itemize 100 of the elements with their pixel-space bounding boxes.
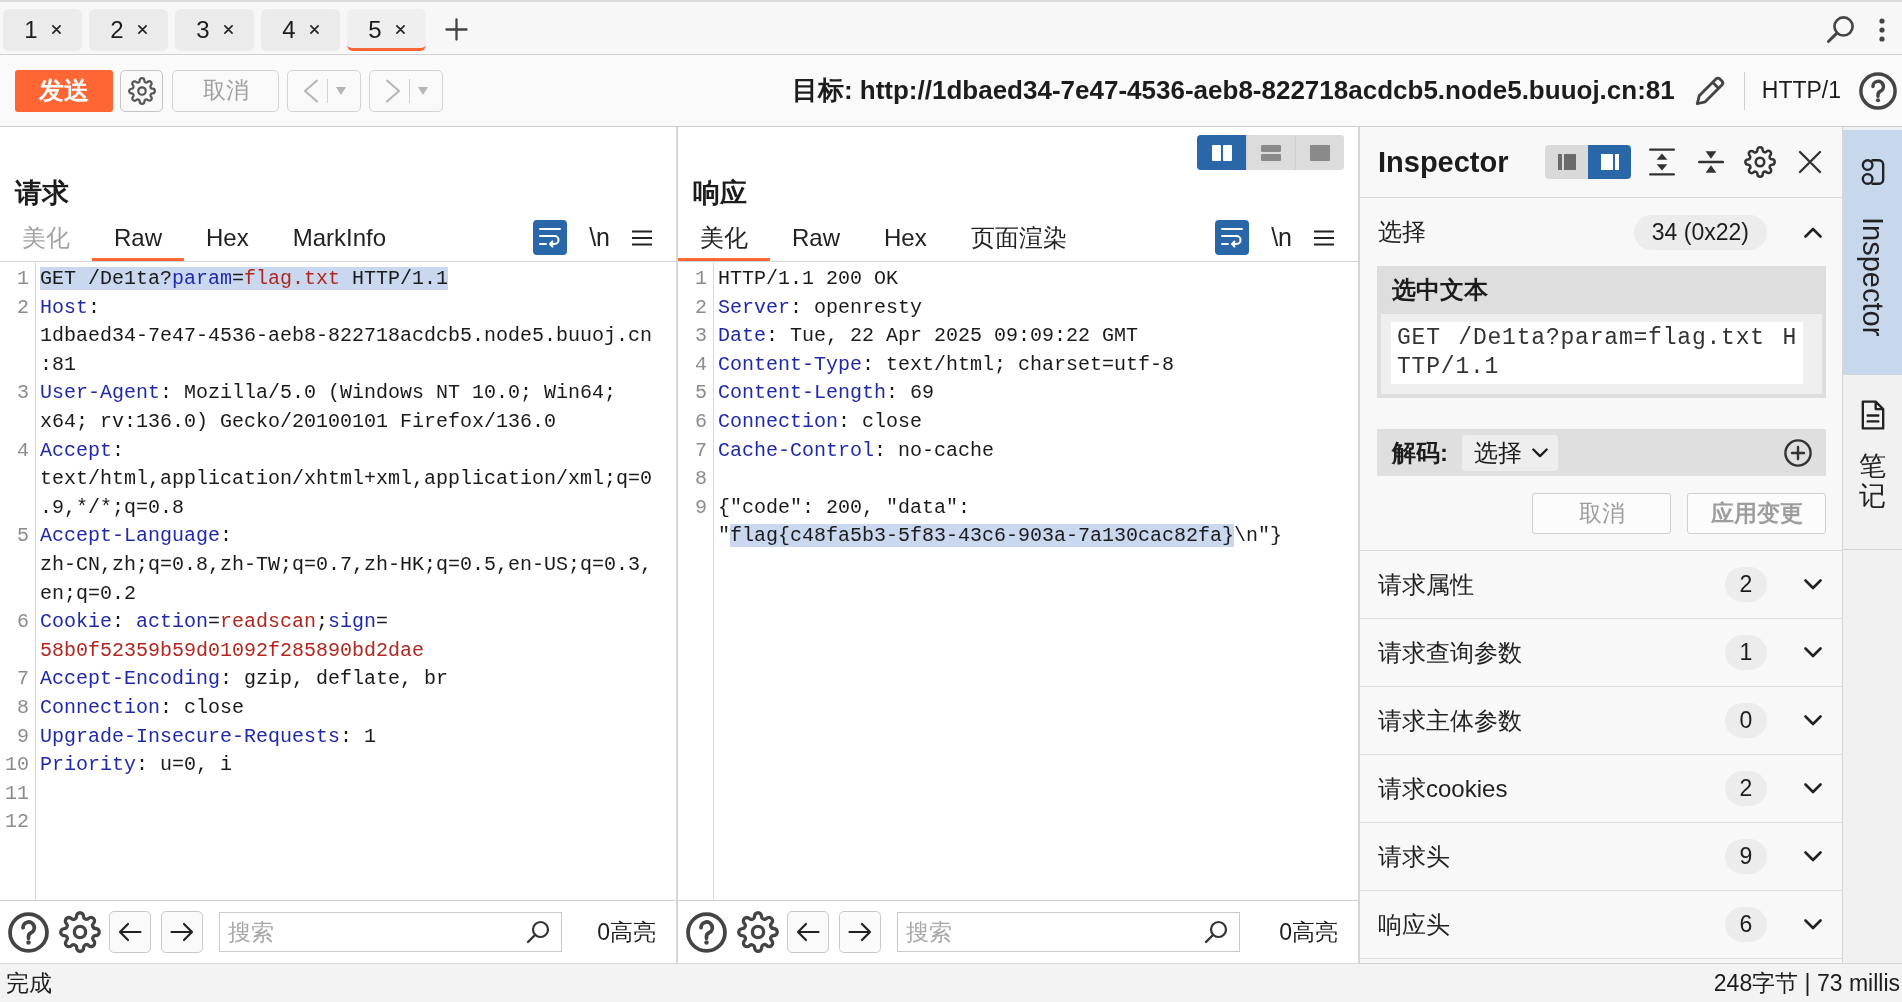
close-icon[interactable] [309, 25, 319, 34]
tab[interactable]: 2 [89, 8, 168, 51]
side-tab[interactable]: 笔记 [1843, 375, 1902, 550]
settings-icon[interactable] [1744, 146, 1776, 178]
text-wrap-icon [539, 227, 562, 248]
decode-dropdown[interactable]: 选择 [1462, 434, 1558, 471]
text-wrap-icon [1221, 227, 1244, 248]
code-line: Accept-Language: zh-CN,zh;q=0.8,zh-TW;q=0.7,zh-HK;q=0.5,en-US;q=0.3,en;q=0.2 [40, 523, 653, 607]
settings-icon[interactable] [737, 911, 779, 953]
code-line: HTTP/1.1 200 OK [718, 266, 899, 292]
help-icon[interactable] [686, 911, 727, 953]
view-tab[interactable]: Hex [184, 214, 271, 261]
view-tab[interactable]: Raw [770, 214, 862, 261]
side-tab[interactable]: Inspector [1843, 130, 1902, 376]
plus-circle-icon[interactable] [1784, 438, 1812, 467]
layout-option[interactable] [1295, 135, 1344, 170]
count-badge: 2 [1725, 771, 1767, 806]
line-number: 7 [694, 437, 708, 464]
line-number: 6 [16, 609, 30, 636]
section-label[interactable]: 响应头 [1378, 908, 1450, 941]
chevron-down-icon [1532, 447, 1548, 458]
chevron-down-icon[interactable] [1804, 715, 1822, 726]
previous-button[interactable] [109, 911, 151, 953]
code-line: Priority: u=0, i [40, 752, 233, 779]
code-line: Accept-Encoding: gzip, deflate, br [40, 666, 449, 693]
close-icon[interactable] [395, 25, 405, 34]
settings-icon[interactable] [59, 911, 101, 953]
chevron-down-icon[interactable] [1804, 851, 1822, 862]
code-line: Upgrade-Insecure-Requests: 1 [40, 723, 377, 750]
section-label[interactable]: 请求cookies [1378, 772, 1508, 805]
layout-option[interactable] [1197, 135, 1246, 170]
tab[interactable]: 1 [3, 8, 82, 51]
view-tab[interactable]: Hex [862, 214, 949, 261]
tab[interactable]: 4 [261, 8, 340, 51]
expand-all-icon[interactable] [1649, 148, 1675, 176]
close-icon[interactable] [223, 25, 233, 34]
line-number: 5 [16, 523, 30, 550]
chevron-down-icon[interactable] [1804, 579, 1822, 590]
search-icon[interactable] [1826, 15, 1855, 44]
line-number: 9 [694, 494, 708, 521]
arrow-right-icon [170, 922, 194, 942]
close-icon[interactable] [1798, 150, 1822, 174]
section-label[interactable]: 请求查询参数 [1378, 636, 1522, 669]
search-field[interactable]: 搜索 [897, 912, 1240, 952]
chevron-down-icon[interactable] [1804, 919, 1822, 930]
section-label[interactable]: 选择 [1378, 216, 1426, 248]
code-line: Accept: text/html,application/xhtml+xml,application/xml;q=0.9,*/*;q=0.8 [40, 437, 653, 521]
section-label[interactable]: 请求属性 [1378, 568, 1474, 601]
chevron-down-icon[interactable] [1804, 647, 1822, 658]
search-field[interactable]: 搜索 [219, 912, 562, 952]
line-number: 12 [4, 809, 30, 836]
view-tab[interactable]: MarkInfo [270, 214, 409, 261]
wrap-toggle[interactable] [533, 220, 568, 255]
selected-text-title: 选中文本 [1392, 275, 1488, 305]
rows-icon [1261, 144, 1281, 161]
line-number: 11 [4, 780, 30, 807]
menu-icon[interactable] [1314, 229, 1334, 246]
line-number: 4 [694, 351, 708, 378]
chevron-down-icon[interactable] [1804, 783, 1822, 794]
newline-toggle[interactable]: \n [589, 223, 610, 252]
collapse-all-icon[interactable] [1698, 148, 1724, 176]
document-icon [1860, 400, 1885, 431]
section-label[interactable]: 请求主体参数 [1378, 704, 1522, 737]
line-number: 3 [694, 323, 708, 350]
count-badge: 6 [1725, 907, 1767, 942]
menu-icon[interactable] [632, 229, 652, 246]
panel-icon [1310, 144, 1330, 161]
section-label[interactable]: 请求头 [1378, 840, 1450, 873]
previous-button[interactable] [787, 911, 829, 953]
tab[interactable]: 5 [347, 8, 426, 51]
more-options-icon[interactable] [1879, 17, 1885, 42]
view-tab[interactable]: 页面渲染 [948, 214, 1089, 261]
status-message: 完成 [6, 968, 52, 998]
next-button[interactable] [839, 911, 881, 953]
help-icon[interactable] [1859, 71, 1897, 110]
line-number: 1 [694, 266, 708, 292]
wrap-toggle[interactable] [1215, 220, 1250, 255]
count-badge: 34 (0x22) [1633, 214, 1767, 250]
line-number: 2 [694, 294, 708, 321]
code-line: Cookie: action=readscan;sign= 58b0f52359b59d01092f285890bd2dae [40, 609, 425, 664]
settings-button[interactable] [120, 69, 163, 112]
help-icon[interactable] [8, 911, 49, 953]
dock-option[interactable] [1588, 145, 1631, 179]
line-number: 6 [694, 408, 708, 435]
next-button[interactable] [161, 911, 203, 953]
code-line: GET /De1ta?param=flag.txt HTTP/1.1 [40, 266, 449, 292]
close-icon[interactable] [137, 25, 147, 34]
count-badge: 1 [1725, 635, 1767, 670]
chevron-up-icon[interactable] [1804, 226, 1822, 238]
http-version-label[interactable]: HTTP/1 [1761, 77, 1841, 104]
search-icon [1204, 920, 1228, 944]
newline-toggle[interactable]: \n [1271, 223, 1292, 252]
arrow-left-icon [796, 922, 820, 942]
dock-option[interactable] [1545, 145, 1588, 179]
settings-icon [127, 76, 156, 105]
close-icon[interactable] [51, 25, 61, 34]
count-badge: 2 [1725, 567, 1767, 602]
plus-icon[interactable] [445, 18, 468, 41]
chevron-right-icon [384, 78, 401, 103]
tab[interactable]: 3 [175, 8, 254, 51]
